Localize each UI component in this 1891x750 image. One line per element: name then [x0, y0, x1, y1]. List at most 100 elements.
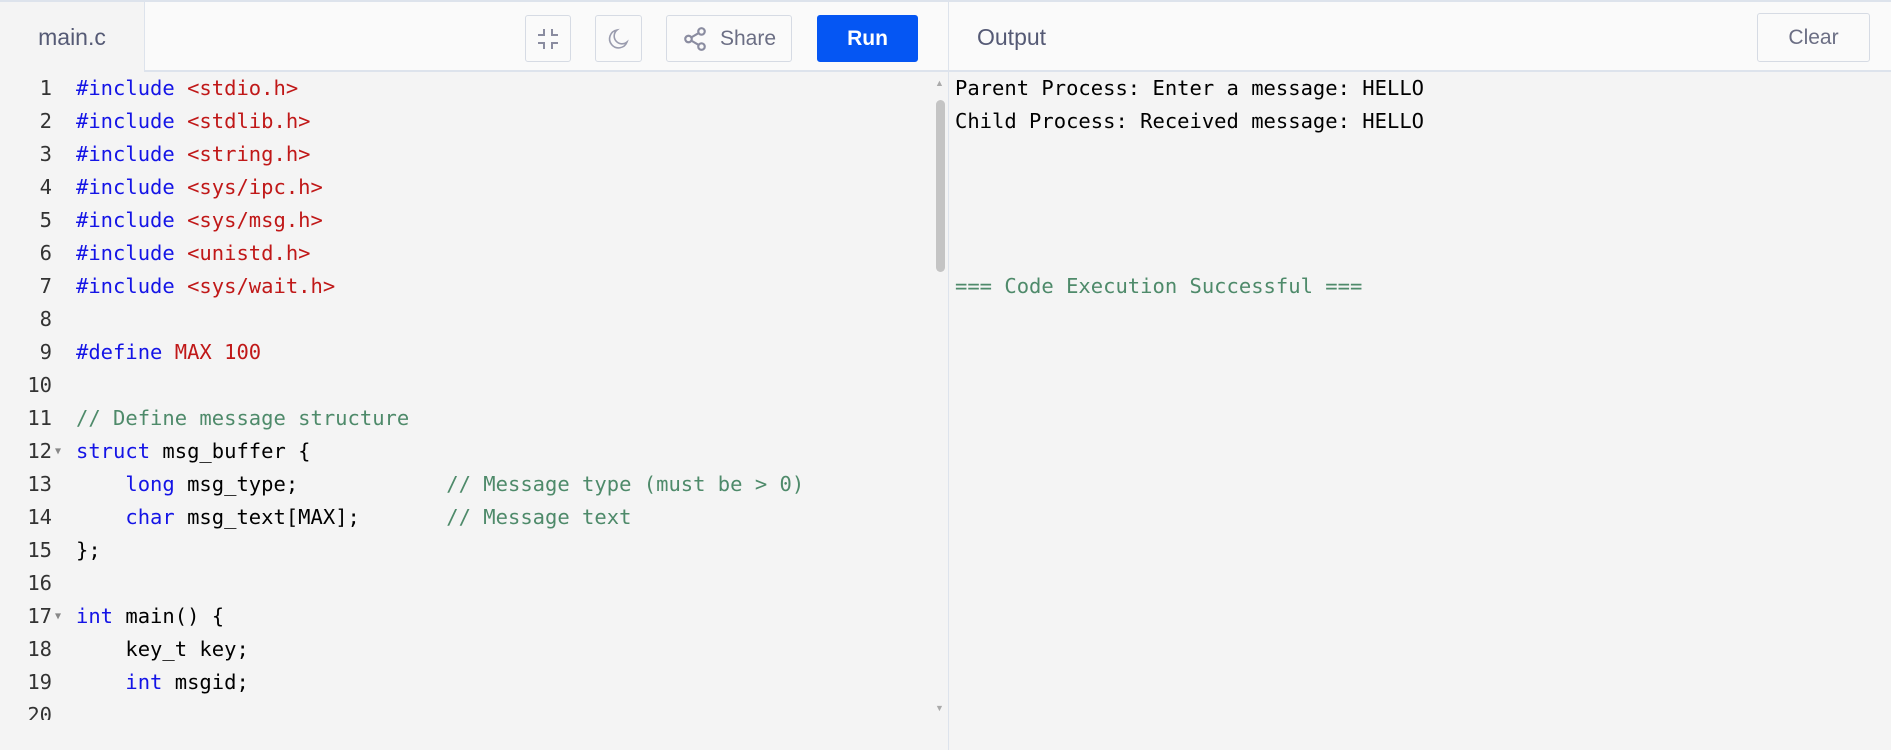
collapse-icon — [538, 28, 558, 49]
code-token: MAX 100 — [174, 340, 262, 364]
code-line[interactable]: 20 — [0, 699, 935, 720]
line-number: 8 — [39, 307, 52, 331]
code-text: #include <sys/msg.h> — [76, 204, 323, 237]
code-text: #include <sys/wait.h> — [76, 270, 335, 303]
code-line[interactable]: 17 ▼ int main() { — [0, 600, 935, 633]
code-token: key_t key; — [76, 637, 249, 661]
code-editor[interactable]: 1 #include <stdio.h> 2 #include <stdlib.h> 3… — [0, 72, 935, 720]
code-text: #include <stdlib.h> — [76, 105, 311, 138]
line-number: 15 — [27, 538, 52, 562]
code-text: int msgid; — [76, 666, 248, 699]
output-title: Output — [977, 23, 1047, 50]
line-number: 19 — [27, 670, 52, 694]
line-number: 14 — [27, 505, 52, 529]
code-token: msg_type; — [174, 472, 447, 496]
code-line[interactable]: 15}; — [0, 534, 935, 567]
code-token: char — [76, 505, 175, 529]
output-line: Parent Process: Enter a message: HELLO — [955, 76, 1424, 100]
code-token: // Message type (must be > 0) — [446, 472, 805, 496]
code-line[interactable]: 1 #include <stdio.h> — [0, 72, 935, 105]
code-text: #include <string.h> — [76, 138, 311, 171]
code-token: long — [76, 472, 175, 496]
code-token: #include — [76, 142, 188, 166]
code-token: <sys/wait.h> — [187, 274, 336, 298]
share-icon — [684, 26, 706, 51]
line-number: 13 — [27, 472, 52, 496]
code-text: }; — [76, 534, 101, 567]
code-token: }; — [76, 538, 101, 562]
code-token: <unistd.h> — [187, 241, 311, 265]
editor-scrollbar[interactable] — [936, 100, 945, 272]
fold-arrow-icon[interactable]: ▼ — [55, 435, 61, 468]
code-token: // Define message structure — [76, 406, 410, 430]
fold-arrow-icon[interactable]: ▼ — [55, 600, 61, 633]
share-label: Share — [719, 26, 777, 50]
code-token: #include — [76, 109, 188, 133]
code-line[interactable]: 12 ▼ struct msg_buffer { — [0, 435, 935, 468]
line-number: 18 — [27, 637, 52, 661]
share-button[interactable]: Share — [666, 15, 792, 62]
code-line[interactable]: 5 #include <sys/msg.h> — [0, 204, 935, 237]
line-number: 1 — [39, 76, 52, 100]
code-line[interactable]: 4 #include <sys/ipc.h> — [0, 171, 935, 204]
code-token: #include — [76, 76, 188, 100]
code-line[interactable]: 14 char msg_text[MAX]; // Message text — [0, 501, 935, 534]
code-token: #include — [76, 208, 188, 232]
code-text: #include <sys/ipc.h> — [76, 171, 323, 204]
code-text: long msg_type; // Message type (must be … — [76, 468, 804, 501]
code-line[interactable]: 8 — [0, 303, 935, 336]
code-text: char msg_text[MAX]; // Message text — [76, 501, 631, 534]
pane-divider[interactable] — [948, 0, 949, 750]
line-number: 2 — [39, 109, 52, 133]
code-line[interactable]: 7 #include <sys/wait.h> — [0, 270, 935, 303]
line-number: 3 — [39, 142, 52, 166]
scroll-down-arrow-icon[interactable]: ▼ — [935, 703, 944, 713]
code-token: #include — [76, 241, 188, 265]
code-token: struct — [76, 439, 151, 463]
code-line[interactable]: 10 — [0, 369, 935, 402]
line-number: 17 — [27, 604, 52, 628]
code-token: #include — [76, 175, 188, 199]
code-text: struct msg_buffer { — [76, 435, 311, 468]
line-number: 4 — [39, 175, 52, 199]
line-number: 16 — [27, 571, 52, 595]
code-token: <sys/msg.h> — [187, 208, 323, 232]
code-text: #define MAX 100 — [76, 336, 261, 369]
code-token: #define — [76, 340, 175, 364]
output-console: Parent Process: Enter a message: HELLO Ch… — [955, 72, 1424, 303]
code-line[interactable]: 6 #include <unistd.h> — [0, 237, 935, 270]
code-line[interactable]: 18 key_t key; — [0, 633, 935, 666]
code-line[interactable]: 3 #include <string.h> — [0, 138, 935, 171]
theme-toggle-button[interactable] — [595, 15, 642, 62]
code-line[interactable]: 9 #define MAX 100 — [0, 336, 935, 369]
code-text: #include <unistd.h> — [76, 237, 311, 270]
scroll-up-arrow-icon[interactable]: ▲ — [935, 78, 944, 88]
code-text: int main() { — [76, 600, 224, 633]
code-token: msg_buffer { — [150, 439, 311, 463]
run-button[interactable]: Run — [817, 15, 918, 62]
line-number: 10 — [27, 373, 52, 397]
code-line[interactable]: 16 — [0, 567, 935, 600]
code-token: <stdio.h> — [187, 76, 299, 100]
file-tab-main-c[interactable]: main.c — [0, 2, 145, 72]
code-line[interactable]: 11 // Define message structure — [0, 402, 935, 435]
line-number: 6 — [39, 241, 52, 265]
code-line[interactable]: 13 long msg_type; // Message type (must … — [0, 468, 935, 501]
clear-button[interactable]: Clear — [1757, 13, 1870, 62]
code-token: main() { — [113, 604, 225, 628]
moon-icon — [608, 28, 629, 49]
code-line[interactable]: 19 int msgid; — [0, 666, 935, 699]
top-bar: main.c Share Run Output Clear — [0, 0, 1891, 72]
code-line[interactable]: 2 #include <stdlib.h> — [0, 105, 935, 138]
code-token: int — [76, 604, 114, 628]
line-number: 12 — [27, 439, 52, 463]
output-line: Child Process: Received message: HELLO — [955, 109, 1424, 133]
line-number: 11 — [27, 406, 52, 430]
code-token: <sys/ipc.h> — [187, 175, 323, 199]
code-text: key_t key; — [76, 633, 249, 666]
fullscreen-exit-button[interactable] — [525, 15, 571, 62]
code-token: <string.h> — [187, 142, 311, 166]
